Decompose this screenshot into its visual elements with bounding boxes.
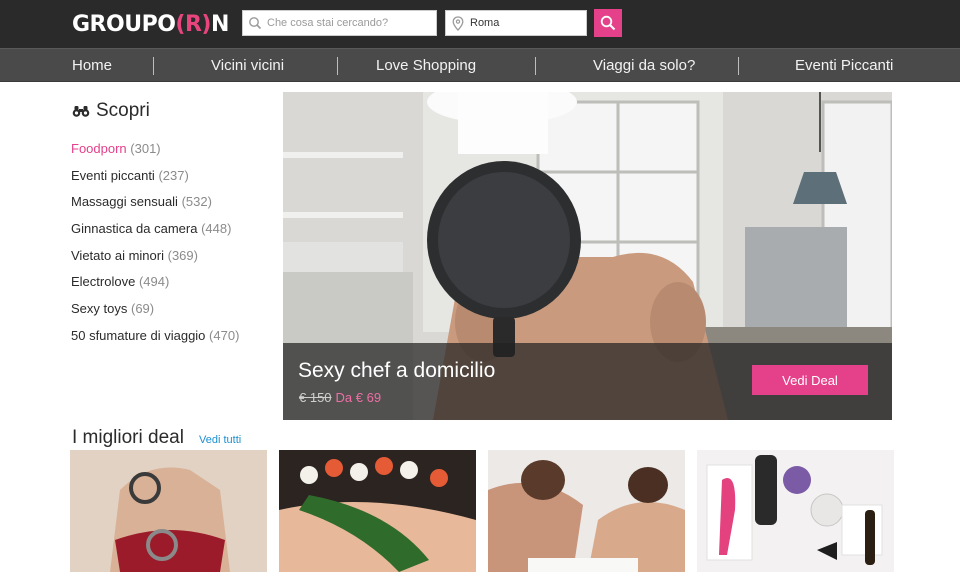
location-input[interactable] (470, 11, 586, 35)
sidebar-heading: Scopri (72, 99, 150, 123)
hero-title: Sexy chef a domicilio (298, 359, 496, 382)
deal-image (279, 450, 476, 572)
nav-divider (337, 57, 338, 75)
deal-card[interactable] (697, 450, 894, 572)
category-label[interactable]: Electrolove (71, 274, 135, 289)
location-pin-icon (446, 11, 470, 35)
nav-divider (153, 57, 154, 75)
deal-card[interactable] (488, 450, 685, 572)
see-all-link[interactable]: Vedi tutti (199, 434, 241, 446)
category-count: (494) (138, 274, 170, 290)
category-count: (69) (130, 301, 155, 317)
location-box (445, 10, 587, 36)
search-input[interactable] (267, 11, 436, 35)
deal-image (70, 450, 267, 572)
category-item[interactable]: Ginnastica da camera (448) (71, 219, 239, 246)
category-item[interactable]: Electrolove (494) (71, 272, 239, 299)
deal-card[interactable] (70, 450, 267, 572)
nav-item-love-shopping[interactable]: Love Shopping (376, 49, 476, 83)
nav-item-vicini-vicini[interactable]: Vicini vicini (211, 49, 284, 83)
search-button[interactable] (594, 9, 622, 37)
category-label[interactable]: Foodporn (71, 141, 127, 156)
category-item[interactable]: Sexy toys (69) (71, 299, 239, 326)
category-label[interactable]: Eventi piccanti (71, 168, 155, 183)
main-nav: Home Vicini vicini Love Shopping Viaggi … (0, 48, 960, 82)
logo[interactable]: GROUP O (R) N (72, 9, 229, 39)
view-deal-button[interactable]: Vedi Deal (752, 365, 868, 395)
category-label[interactable]: Ginnastica da camera (71, 221, 197, 236)
search-box (242, 10, 437, 36)
category-count: (448) (201, 221, 232, 237)
old-price: € 150 (299, 390, 332, 405)
hero-caption: Sexy chef a domicilio € 150 Da € 69 Vedi … (283, 343, 892, 420)
category-item[interactable]: 50 sfumature di viaggio (470) (71, 326, 239, 353)
category-item[interactable]: Massaggi sensuali (532) (71, 192, 239, 219)
logo-text-r: (R) (175, 11, 211, 37)
deal-card[interactable] (279, 450, 476, 572)
category-count: (369) (167, 247, 198, 263)
logo-text-n: N (210, 11, 229, 37)
search-icon (243, 11, 267, 35)
logo-text-o: O (157, 11, 176, 37)
category-label[interactable]: Massaggi sensuali (71, 194, 178, 209)
category-count: (301) (130, 141, 161, 156)
logo-text-group: GROUP (72, 11, 158, 37)
deal-image (697, 450, 894, 572)
category-count: (470) (209, 327, 240, 343)
binoculars-icon (72, 104, 90, 118)
sidebar-title: Scopri (96, 100, 150, 121)
nav-divider (738, 57, 739, 75)
category-list: Foodporn (301) Eventi piccanti (237) Mas… (71, 139, 239, 353)
top-bar: GROUP O (R) N (0, 0, 960, 48)
nav-divider (535, 57, 536, 75)
category-count: (237) (158, 167, 189, 183)
nav-item-eventi-piccanti[interactable]: Eventi Piccanti (795, 49, 893, 83)
category-item[interactable]: Vietato ai minori (369) (71, 246, 239, 273)
category-label[interactable]: 50 sfumature di viaggio (71, 328, 205, 343)
category-item[interactable]: Eventi piccanti (237) (71, 166, 239, 193)
nav-item-viaggi-da-solo[interactable]: Viaggi da solo? (593, 49, 695, 83)
deal-image (488, 450, 685, 572)
category-label[interactable]: Vietato ai minori (71, 248, 164, 263)
search-icon (600, 15, 616, 31)
nav-item-home[interactable]: Home (72, 49, 112, 83)
category-label[interactable]: Sexy toys (71, 301, 127, 316)
hero-price: € 150 Da € 69 (299, 390, 381, 405)
hero-banner[interactable]: Sexy chef a domicilio € 150 Da € 69 Vedi … (283, 92, 892, 420)
best-deals-heading: I migliori deal (72, 427, 184, 448)
category-item[interactable]: Foodporn (301) (71, 139, 239, 166)
new-price: Da € 69 (335, 390, 382, 405)
category-count: (532) (181, 194, 212, 210)
